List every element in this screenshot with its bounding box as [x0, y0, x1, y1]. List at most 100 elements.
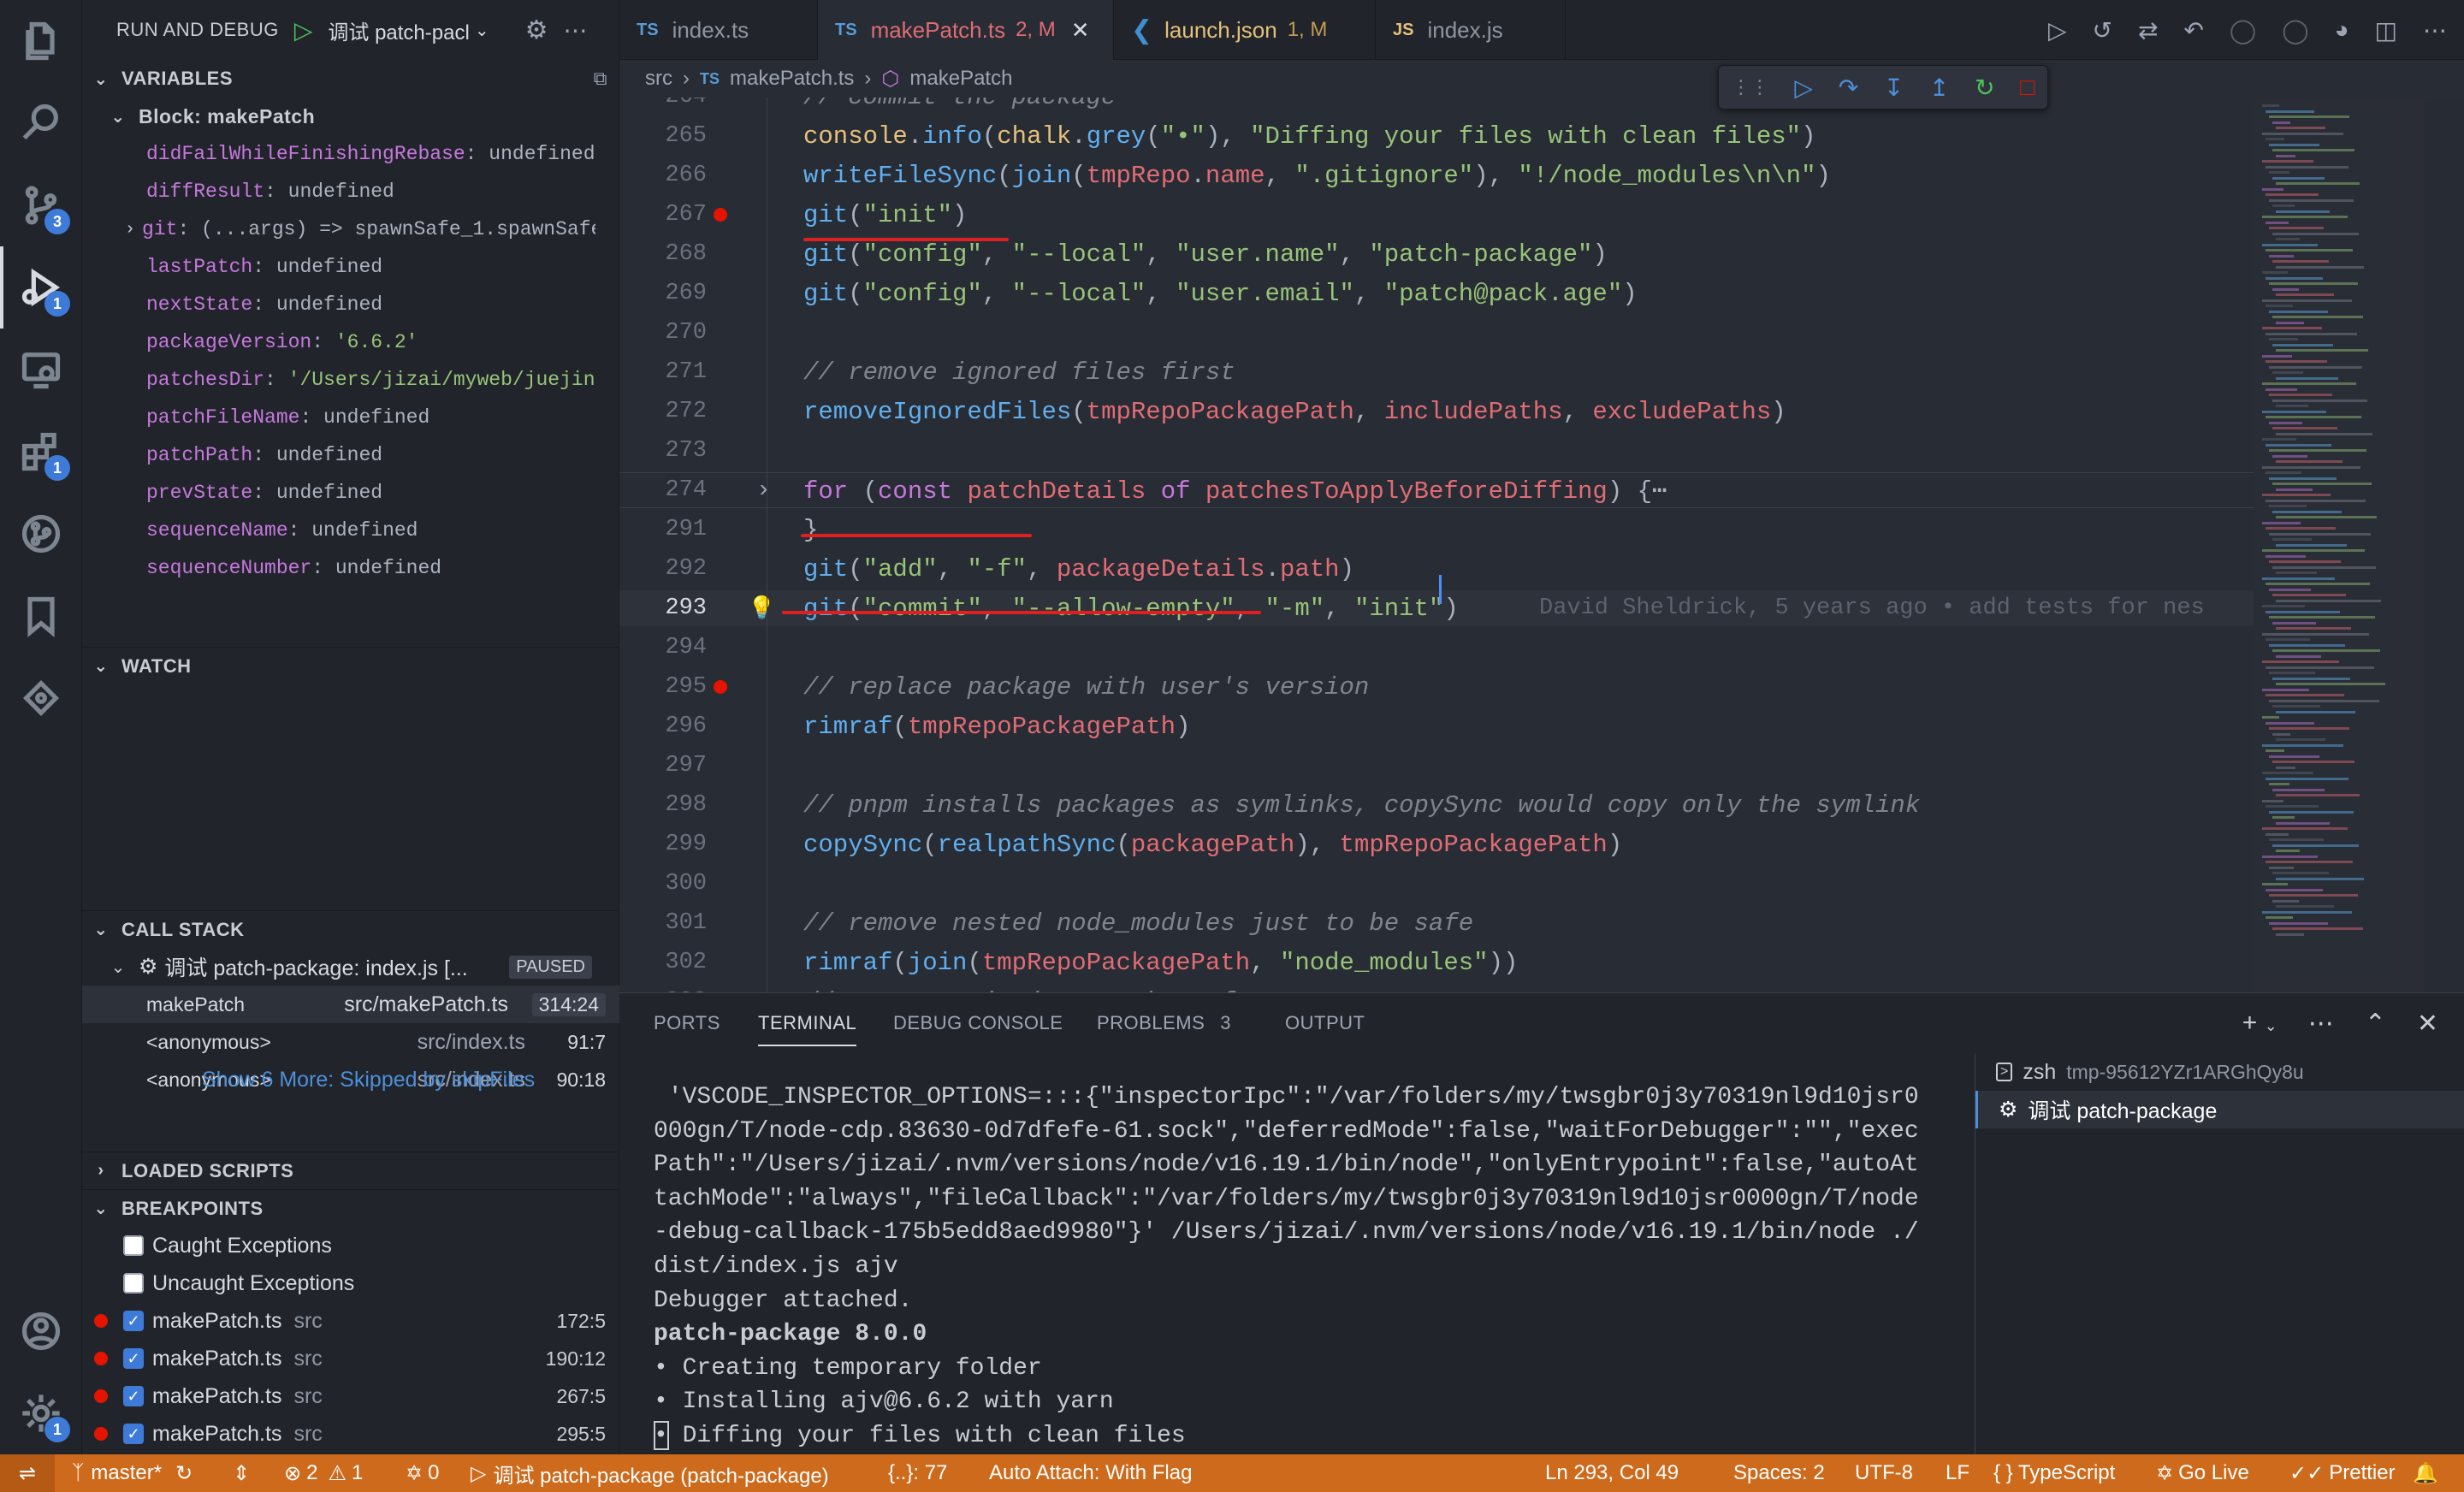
- step-over-icon[interactable]: ↷: [1839, 74, 1858, 102]
- code-line[interactable]: 267 git("init"): [619, 197, 2254, 233]
- breakpoint-row[interactable]: ✓ makePatch.ts src 267:5: [82, 1377, 619, 1415]
- stop-icon[interactable]: □: [2020, 74, 2035, 101]
- terminal-list-item-zsh[interactable]: > zsh tmp-95612YZr1ARGhQy8u: [1975, 1053, 2464, 1091]
- breakpoint-row[interactable]: ✓ makePatch.ts src 172:5: [82, 1302, 619, 1340]
- commit-prev-icon[interactable]: ◯: [2230, 16, 2256, 44]
- code-line[interactable]: 300: [619, 866, 2254, 902]
- code-line[interactable]: 273: [619, 433, 2254, 469]
- source-control-icon[interactable]: 3: [0, 164, 82, 246]
- auto-attach-indicator[interactable]: Auto Attach: With Flag: [989, 1454, 1192, 1492]
- blame-icon[interactable]: ◕: [2335, 16, 2349, 44]
- gitlens-icon[interactable]: [0, 657, 82, 739]
- publish-icon[interactable]: ⇕: [233, 1454, 250, 1492]
- breadcrumb-file[interactable]: makePatch.ts: [730, 67, 854, 91]
- tab-problems[interactable]: PROBLEMS 3: [1097, 993, 1231, 1053]
- remote-explorer-icon[interactable]: [0, 329, 82, 411]
- variable-row[interactable]: nextState: undefined: [82, 286, 595, 323]
- code-line[interactable]: 291}: [619, 512, 2254, 548]
- tab-makepatch-ts[interactable]: TS makePatch.ts 2, M ✕: [818, 0, 1114, 60]
- close-icon[interactable]: ✕: [1071, 17, 1090, 44]
- tab-launch-json[interactable]: ❮ launch.json 1, M: [1114, 0, 1376, 60]
- code-line[interactable]: 302 rimraf(join(tmpRepoPackagePath, "node…: [619, 944, 2254, 980]
- overview-ruler[interactable]: [2425, 98, 2464, 992]
- minimap[interactable]: [2254, 98, 2425, 992]
- variable-row[interactable]: prevState: undefined: [82, 474, 595, 512]
- debug-thread[interactable]: ⌄ ⚙ 调试 patch-package: index.js [... PAUS…: [82, 948, 595, 986]
- prettier-indicator[interactable]: ✓✓ Prettier: [2289, 1454, 2396, 1492]
- launch-config-select[interactable]: 调试 patch-pacl ⌄: [328, 15, 489, 45]
- fold-chevron-icon[interactable]: ›: [756, 477, 771, 504]
- tab-ports[interactable]: PORTS: [654, 993, 720, 1053]
- code-line[interactable]: 271 // remove ignored files first: [619, 354, 2254, 390]
- git-graph-icon[interactable]: [0, 493, 82, 575]
- account-icon[interactable]: [0, 1290, 82, 1372]
- loaded-scripts-header[interactable]: › LOADED SCRIPTS: [82, 1152, 619, 1189]
- timeline-icon[interactable]: ↺: [2093, 16, 2112, 44]
- step-out-icon[interactable]: ↥: [1929, 74, 1949, 102]
- code-line[interactable]: 299 copySync(realpathSync(packagePath), t…: [619, 826, 2254, 862]
- code-line[interactable]: 274 › for (const patchDetails of patchesTo…: [619, 472, 2254, 508]
- exception-breakpoint-row[interactable]: Caught Exceptions: [82, 1227, 595, 1264]
- cursor-position[interactable]: Ln 293, Col 49: [1545, 1454, 1679, 1492]
- code-line[interactable]: 293 💡 git("commit", "--allow-empty", "-m",…: [619, 590, 2254, 626]
- variable-row[interactable]: diffResult: undefined: [82, 173, 595, 210]
- encoding[interactable]: UTF-8: [1855, 1454, 1913, 1492]
- code-line[interactable]: 295 // replace package with user's versio…: [619, 669, 2254, 705]
- breadcrumb-folder[interactable]: src: [645, 67, 672, 91]
- compare-changes-icon[interactable]: ⇄: [2138, 16, 2158, 44]
- step-into-icon[interactable]: ↧: [1884, 74, 1904, 102]
- more-actions-icon[interactable]: ⋯: [2308, 1009, 2334, 1039]
- open-launch-json-gear-icon[interactable]: ⚙: [525, 15, 548, 45]
- split-editor-icon[interactable]: ◫: [2375, 16, 2397, 44]
- code-line[interactable]: 268 git("config", "--local", "user.name",…: [619, 236, 2254, 272]
- continue-icon[interactable]: ▷: [1794, 74, 1813, 102]
- settings-gear-icon[interactable]: 1: [0, 1372, 82, 1454]
- variables-section-header[interactable]: ⌄ VARIABLES ⧉: [82, 60, 619, 98]
- variable-row[interactable]: sequenceNumber: undefined: [82, 549, 595, 587]
- tab-terminal[interactable]: TERMINAL: [758, 993, 857, 1053]
- notifications-bell-icon[interactable]: 🔔: [2413, 1454, 2438, 1492]
- terminal-list-item-debug[interactable]: ⚙ 调试 patch-package: [1975, 1091, 2464, 1128]
- code-line[interactable]: 301 // remove nested node_modules just to…: [619, 905, 2254, 941]
- more-actions-icon[interactable]: ⋯: [563, 16, 587, 44]
- debug-session-indicator[interactable]: ▷ 调试 patch-package (patch-package): [471, 1454, 829, 1492]
- code-editor[interactable]: 264 // commit the package 265 console.info(…: [619, 98, 2464, 992]
- variable-row[interactable]: sequenceName: undefined: [82, 512, 595, 549]
- breakpoint-row[interactable]: ✓ makePatch.ts src 295:5: [82, 1415, 619, 1453]
- collapse-all-icon[interactable]: ⧉: [594, 68, 607, 90]
- code-line[interactable]: 303// remove .git just to be safe: [619, 984, 2254, 993]
- maximize-panel-icon[interactable]: ⌃: [2365, 1009, 2386, 1039]
- tab-index-ts[interactable]: TS index.ts: [619, 0, 818, 60]
- breakpoint-dot-icon[interactable]: [714, 208, 727, 222]
- remote-indicator-icon[interactable]: ⇌: [0, 1454, 55, 1492]
- checkbox[interactable]: [123, 1235, 144, 1256]
- checkbox-checked[interactable]: ✓: [123, 1348, 144, 1369]
- ports-indicator[interactable]: ✡ 0: [406, 1454, 439, 1492]
- code-line[interactable]: 294: [619, 630, 2254, 666]
- more-actions-icon[interactable]: ⋯: [2423, 16, 2447, 44]
- checkbox[interactable]: [123, 1273, 144, 1294]
- code-line[interactable]: 272 removeIgnoredFiles(tmpRepoPackagePath…: [619, 394, 2254, 429]
- new-terminal-icon[interactable]: + ⌄: [2242, 1009, 2277, 1038]
- variable-row[interactable]: packageVersion: '6.6.2': [82, 323, 595, 361]
- breakpoint-dot-icon[interactable]: [714, 680, 727, 694]
- code-line[interactable]: 292 git("add", "-f", packageDetails.path): [619, 551, 2254, 587]
- eol[interactable]: LF: [1946, 1454, 1969, 1492]
- code-line[interactable]: 297: [619, 748, 2254, 784]
- run-icon[interactable]: ▷: [2048, 16, 2067, 44]
- run-debug-icon[interactable]: 1: [0, 246, 82, 329]
- breakpoint-row[interactable]: ✓ makePatch.ts src 190:12: [82, 1340, 619, 1377]
- tab-output[interactable]: OUTPUT: [1285, 993, 1365, 1053]
- go-live-button[interactable]: ✡ Go Live: [2156, 1454, 2249, 1492]
- stack-frame[interactable]: <anonymous> src/index.ts 91:7: [82, 1023, 619, 1061]
- explorer-icon[interactable]: [0, 0, 82, 82]
- problems-indicator[interactable]: ⊗ 2 ⚠ 1: [284, 1454, 363, 1492]
- variables-block-scope[interactable]: ⌄ Block: makePatch: [82, 98, 619, 135]
- language-mode[interactable]: { } TypeScript: [1993, 1454, 2115, 1492]
- exception-breakpoint-row[interactable]: Uncaught Exceptions: [82, 1264, 595, 1302]
- variable-row[interactable]: patchesDir: '/Users/jizai/myweb/juejin/p…: [82, 361, 595, 399]
- start-debugging-icon[interactable]: ▷: [294, 16, 313, 44]
- code-line[interactable]: 296 rimraf(tmpRepoPackagePath): [619, 708, 2254, 744]
- show-more-frames-link[interactable]: Show 6 More: Skipped by skipFiles: [202, 1061, 595, 1098]
- callstack-section-header[interactable]: ⌄ CALL STACK: [82, 910, 619, 948]
